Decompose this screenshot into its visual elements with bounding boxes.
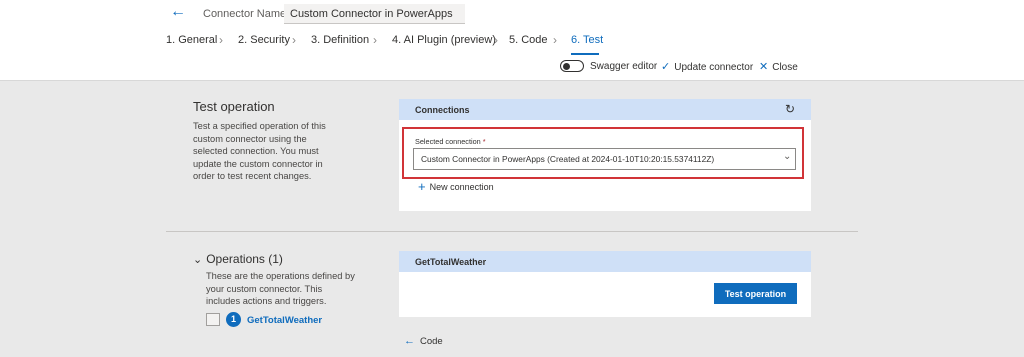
step-general[interactable]: 1. General (166, 34, 217, 46)
operation-number-badge: 1 (226, 312, 241, 327)
chevron-right-icon: › (373, 33, 377, 47)
operation-card-title: GetTotalWeather (415, 257, 487, 267)
swagger-editor-label: Swagger editor (590, 61, 658, 72)
operations-description: These are the operations defined by your… (206, 271, 355, 306)
required-mark: * (482, 137, 486, 146)
update-connector-label: Update connector (674, 62, 754, 73)
test-operation-button[interactable]: Test operation (714, 283, 797, 304)
close-label: Close (772, 62, 798, 73)
chevron-right-icon: › (219, 33, 223, 47)
selected-connection-label-text: Selected connection (415, 137, 481, 146)
chevron-down-icon: ⌄ (783, 151, 792, 162)
selected-connection-label: Selected connection * (415, 137, 486, 146)
chevron-right-icon: › (292, 33, 296, 47)
broken-image-icon (206, 313, 220, 326)
step-security[interactable]: 2. Security (238, 34, 290, 46)
swagger-editor-toggle[interactable] (560, 60, 584, 72)
plus-icon: + (418, 179, 426, 194)
update-connector-button[interactable]: ✓ Update connector (661, 60, 753, 73)
step-definition[interactable]: 3. Definition (311, 34, 369, 46)
operations-title: Operations (1) (206, 252, 283, 266)
connections-title: Connections (415, 105, 470, 115)
chevron-right-icon: › (553, 33, 557, 47)
active-step-indicator (571, 53, 599, 55)
section-title-test-operation: Test operation (193, 99, 275, 114)
operations-toggle[interactable]: ⌄ Operations (1) (193, 252, 283, 266)
section-divider (166, 231, 858, 232)
chevron-right-icon: › (494, 33, 498, 47)
code-link-label: Code (420, 336, 443, 347)
refresh-icon[interactable]: ↻ (785, 102, 795, 116)
connector-name-input[interactable] (284, 4, 465, 24)
arrow-left-icon: ← (404, 335, 415, 347)
selected-connection-value: Custom Connector in PowerApps (Created a… (421, 154, 715, 164)
back-to-code-link[interactable]: ← Code (404, 335, 443, 347)
toggle-knob (563, 62, 570, 70)
new-connection-button[interactable]: + New connection (418, 179, 494, 194)
step-ai-plugin[interactable]: 4. AI Plugin (preview) (392, 34, 496, 46)
step-code[interactable]: 5. Code (509, 34, 548, 46)
close-icon: ✕ (759, 61, 769, 73)
arrow-left-icon[interactable]: ← (170, 4, 186, 20)
step-test[interactable]: 6. Test (571, 34, 603, 46)
operation-link-gettotalweather[interactable]: GetTotalWeather (247, 315, 322, 326)
connector-name-label: Connector Name (203, 8, 287, 20)
chevron-down-icon: ⌄ (193, 254, 203, 266)
checkmark-icon: ✓ (661, 61, 671, 73)
new-connection-label: New connection (429, 182, 494, 192)
close-button[interactable]: ✕ Close (759, 60, 798, 73)
section-description-test-operation: Test a specified operation of this custo… (193, 121, 326, 181)
